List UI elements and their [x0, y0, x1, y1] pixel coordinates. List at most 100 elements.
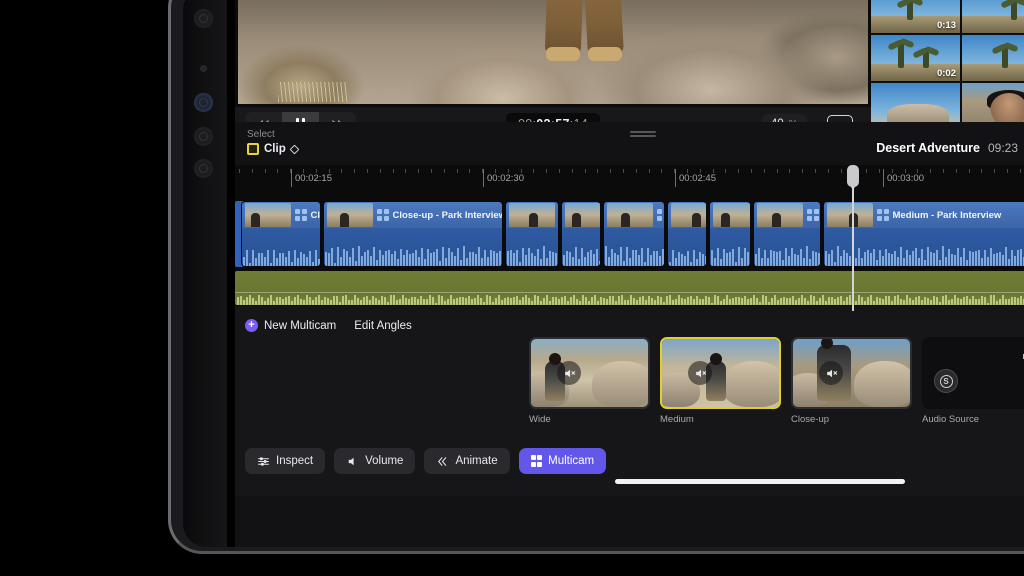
clip-thumbnail — [671, 203, 706, 227]
selection-mode-clip[interactable]: Clip — [247, 143, 300, 155]
edit-angles-button[interactable]: Edit Angles — [354, 320, 412, 332]
project-info: Desert Adventure 09:23 i — [876, 140, 1024, 155]
mute-icon[interactable] — [819, 361, 843, 385]
angle-thumbnail[interactable] — [791, 337, 912, 409]
ruler-label: 00:02:15 — [295, 173, 332, 184]
angle-thumbnail[interactable] — [529, 337, 650, 409]
ruler-tick — [879, 169, 880, 173]
ruler-tick — [968, 169, 970, 173]
angle-tile[interactable]: Wide — [529, 337, 650, 425]
angle-label: Audio Source — [922, 414, 980, 425]
ruler-major-tick — [483, 169, 484, 187]
inspect-button[interactable]: Inspect — [245, 448, 326, 474]
browser-thumb[interactable] — [962, 83, 1024, 122]
ruler-label: 00:03:00 — [887, 173, 924, 184]
timeline-ruler[interactable]: 00:02:15 00:02:30 00:02:45 00:03:00 — [235, 165, 1024, 201]
clip-waveform — [324, 242, 502, 266]
ruler-major-tick — [675, 169, 676, 187]
viewer-subject — [538, 0, 634, 63]
clip-name: Medium - Park Interview — [892, 209, 1002, 221]
rail-button-1[interactable] — [194, 9, 213, 28]
device-side-rail — [183, 0, 227, 547]
browser-thumb[interactable]: 0:21 — [962, 0, 1024, 33]
multicam-badge-icon — [377, 209, 389, 221]
volume-button[interactable]: Volume — [334, 448, 416, 474]
inspect-label: Inspect — [276, 455, 314, 467]
panel-drag-handle[interactable] — [630, 131, 656, 133]
ruler-major-tick — [883, 169, 884, 187]
ruler-tick — [405, 169, 407, 173]
ruler-tick — [469, 169, 471, 173]
project-duration: 09:23 — [987, 140, 1018, 155]
clip-thumbnail — [607, 203, 653, 227]
mute-icon[interactable] — [557, 361, 581, 385]
bottom-toolbar: Inspect Volume Animate Multicam — [235, 436, 1024, 496]
ruler-tick — [763, 169, 765, 173]
rail-button-3[interactable] — [194, 93, 213, 112]
mute-icon[interactable] — [688, 361, 712, 385]
ipad-device-frame: 00:02:57:14 40 % 0:13 0:21 — [168, 0, 1024, 554]
viewer-panel — [235, 0, 871, 107]
ruler-tick — [802, 169, 804, 173]
clip-waveform — [242, 242, 320, 266]
viewer-video[interactable] — [238, 0, 868, 104]
clip-waveform — [754, 242, 820, 266]
select-label: Select — [247, 129, 275, 140]
ruler-tick — [392, 169, 394, 173]
ruler-tick — [251, 169, 253, 173]
viewer-foliage — [278, 82, 348, 102]
animate-label: Animate — [455, 455, 498, 467]
new-multicam-button[interactable]: + New Multicam — [245, 319, 336, 332]
ruler-tick — [866, 169, 868, 173]
timeline-clip[interactable]: W — [603, 201, 665, 267]
timeline-clip[interactable] — [505, 201, 559, 267]
browser-thumb[interactable]: 0:13 — [871, 0, 960, 33]
playhead[interactable] — [847, 165, 859, 311]
timeline-clip[interactable]: Cl — [753, 201, 821, 267]
ruler-tick — [443, 169, 445, 173]
angle-tile[interactable]: S Audio Source — [922, 337, 1024, 425]
ruler-tick — [738, 169, 740, 173]
ruler-tick — [955, 169, 957, 173]
timeline-clip[interactable] — [709, 201, 751, 267]
multicam-badge-icon — [295, 209, 307, 221]
animate-button[interactable]: Animate — [424, 448, 510, 474]
ruler-tick — [827, 169, 829, 173]
thumb-duration: 0:13 — [936, 20, 956, 31]
rail-button-5[interactable] — [194, 159, 213, 178]
angle-thumbnail[interactable]: S — [922, 337, 1024, 409]
rail-button-2[interactable] — [200, 65, 207, 72]
multicam-button[interactable]: Multicam — [518, 448, 607, 474]
timeline-tracks[interactable]: Clo Close-up - Park Interview W Cl Medium - … — [235, 201, 1024, 306]
media-browser[interactable]: 0:13 0:21 0:02 0:21 — [871, 0, 1024, 122]
timeline-clip[interactable]: Close-up - Park Interview — [323, 201, 503, 267]
angle-thumbnail[interactable] — [660, 337, 781, 409]
timeline-clip[interactable]: Clo — [241, 201, 321, 267]
timeline-clip[interactable] — [667, 201, 707, 267]
multicam-badge-icon — [877, 209, 889, 221]
solo-icon[interactable]: S — [934, 369, 958, 393]
home-indicator — [615, 479, 905, 484]
rail-button-4[interactable] — [194, 127, 213, 146]
tool-buttons: Inspect Volume Animate Multicam — [245, 448, 607, 474]
ruler-tick — [610, 169, 612, 173]
angle-tile[interactable]: Close-up — [791, 337, 912, 425]
timeline-clip[interactable] — [561, 201, 601, 267]
clip-name: Close-up - Park Interview — [392, 209, 503, 221]
multicam-badge-icon — [807, 209, 819, 221]
ruler-tick — [930, 169, 932, 173]
ruler-tick — [431, 169, 432, 173]
browser-thumb[interactable] — [871, 83, 960, 122]
browser-thumb[interactable]: 0:02 — [871, 35, 960, 81]
browser-thumb[interactable]: 0:21 — [962, 35, 1024, 81]
angle-label: Close-up — [791, 414, 830, 425]
audio-track[interactable] — [235, 271, 1024, 305]
ruler-tick — [789, 169, 791, 173]
ruler-tick — [418, 169, 420, 173]
angle-tile[interactable]: Medium — [660, 337, 781, 425]
multicam-label: Multicam — [548, 455, 595, 467]
clip-waveform — [604, 242, 664, 266]
ruler-tick — [239, 169, 240, 173]
ruler-tick — [635, 169, 637, 173]
ruler-tick — [354, 169, 356, 173]
